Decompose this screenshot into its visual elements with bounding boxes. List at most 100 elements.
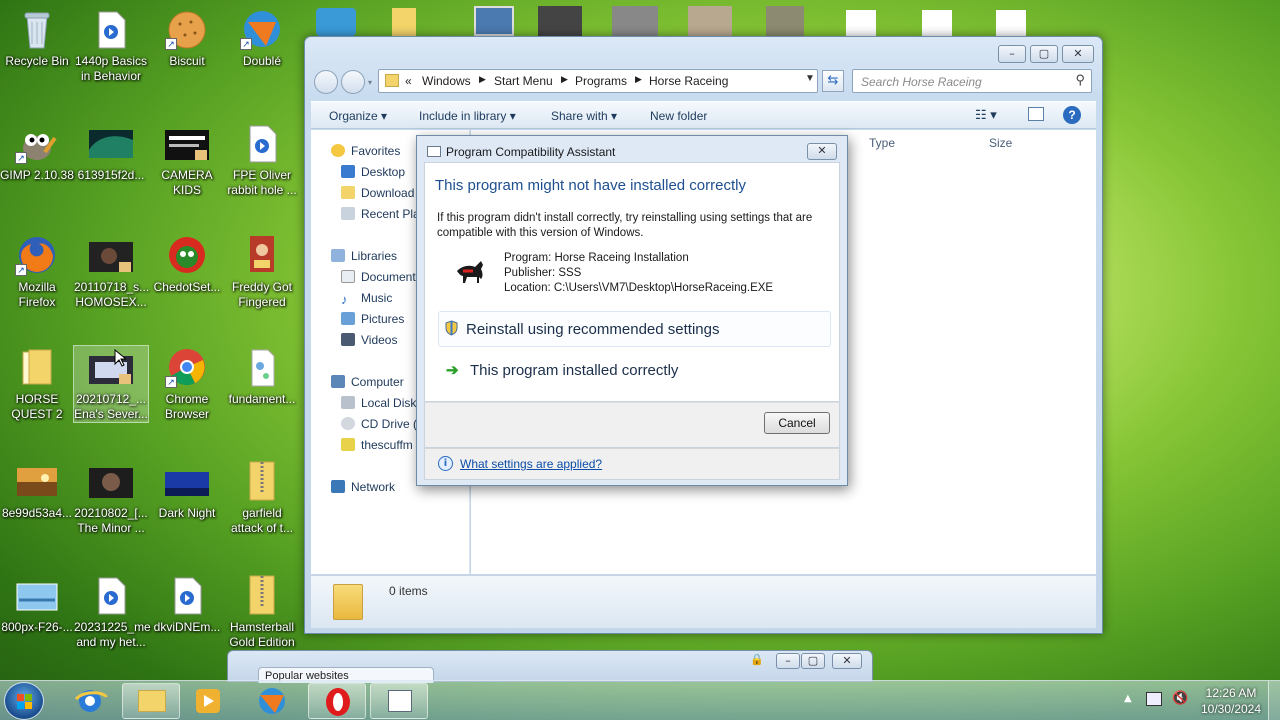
desktop-icon-sunset-image[interactable]: 8e99d53a4... [0,460,74,521]
desktop-icon-dkvi[interactable]: dkviDNEm... [150,574,224,635]
back-button[interactable] [314,70,338,94]
breadcrumb-separator-icon[interactable]: ▶ [635,74,642,85]
nav-recent-places[interactable]: Recent Pla [341,207,420,221]
desktop-icon-video-ena[interactable]: 20210712_... Ena's Sever... [73,345,149,423]
column-header-type[interactable]: Type [869,136,895,150]
partial-desktop-icon[interactable] [922,10,952,36]
breadcrumb-separator-icon[interactable]: ▶ [561,74,568,85]
view-options-icon[interactable]: ☷ ▾ [975,107,997,123]
desktop-icon-met[interactable]: 20231225_me and my het... [74,574,151,650]
partial-desktop-icon[interactable] [996,10,1026,36]
background-browser-window[interactable]: Popular websites 🔒 – ▢ ✕ [227,650,873,683]
desktop-icon-video-minor[interactable]: 20210802_[... The Minor ... [74,460,148,536]
program-location: Location: C:\Users\VM7\Desktop\HorseRace… [504,282,774,294]
nav-music[interactable]: ♪ Music [341,291,392,307]
address-bar[interactable]: « Windows ▶ Start Menu ▶ Programs ▶ Hors… [378,69,818,93]
desktop-icon-f26-image[interactable]: 800px-F26-... [0,574,74,635]
desktop-icon-video-homosex[interactable]: 20110718_s... HOMOSEX... [74,234,149,310]
close-button[interactable]: ✕ [807,143,837,160]
internet-explorer-icon[interactable] [68,685,112,717]
partial-desktop-icon[interactable] [392,8,416,36]
partial-desktop-icon[interactable] [846,10,876,36]
system-clock[interactable]: 12:26 AM 10/30/2024 [1196,685,1266,717]
minimize-button[interactable]: – [776,653,800,669]
nav-documents[interactable]: Document [341,270,416,284]
cancel-button[interactable]: Cancel [764,412,830,434]
partial-desktop-icon[interactable] [316,8,356,36]
desktop-icon-gimp[interactable]: ↗ GIMP 2.10.38 [0,122,74,183]
nav-videos[interactable]: Videos [341,333,397,347]
partial-desktop-icon[interactable] [688,6,732,36]
nav-cd-drive[interactable]: CD Drive ( [341,417,417,431]
network-icon [331,480,345,493]
desktop-icon-garfield[interactable]: garfield attack of t... [225,460,299,536]
doublé-app-icon[interactable] [252,685,292,717]
what-settings-link[interactable]: What settings are applied? [460,457,602,471]
breadcrumb-overflow[interactable]: « [405,74,412,88]
desktop-icon-fpe-oliver[interactable]: FPE Oliver rabbit hole ... [225,122,299,198]
close-button[interactable]: ✕ [832,653,862,669]
preview-pane-icon[interactable] [1028,107,1044,121]
desktop-icon-dark-night[interactable]: Dark Night [150,460,224,521]
desktop-icon-basics[interactable]: 1440p Basics in Behavior [74,8,148,84]
desktop-icon-camera-kids[interactable]: CAMERA KIDS [150,122,224,198]
include-in-library-button[interactable]: Include in library ▾ [419,109,516,123]
desktop-icon-hamsterball[interactable]: Hamsterball Gold Edition [225,574,299,650]
desktop-icon-horse-quest[interactable]: HORSE QUEST 2 [0,346,74,422]
breadcrumb-current[interactable]: Horse Raceing [649,74,728,88]
nav-pictures[interactable]: Pictures [341,312,404,326]
desktop-icon-chrome[interactable]: ↗ Chrome Browser [150,346,224,422]
breadcrumb-item[interactable]: Windows [422,74,471,88]
partial-desktop-icon[interactable] [474,6,514,36]
reinstall-recommended-button[interactable]: Reinstall using recommended settings [438,311,831,347]
breadcrumb-item[interactable]: Start Menu [494,74,553,88]
taskbar-notepad-button[interactable] [370,683,428,719]
desktop-icon-fundament[interactable]: fundament... [225,346,299,407]
partial-desktop-icon[interactable] [766,6,804,36]
help-icon[interactable]: ? [1063,106,1081,124]
volume-muted-icon[interactable]: 🔇 [1172,691,1188,706]
nav-thescuff[interactable]: thescuffm [341,438,413,452]
column-header-size[interactable]: Size [989,136,1012,150]
nav-libraries[interactable]: Libraries [331,249,397,263]
nav-desktop[interactable]: Desktop [341,165,405,179]
search-icon[interactable]: ⚲ [1075,72,1085,88]
breadcrumb-separator-icon[interactable]: ▶ [479,74,486,85]
desktop-icon-recycle-bin[interactable]: Recycle Bin [0,8,74,69]
nav-local-disk[interactable]: Local Disk [341,396,416,410]
search-input[interactable]: Search Horse Raceing ⚲ [852,69,1092,93]
nav-favorites[interactable]: Favorites [331,144,400,158]
minimize-button[interactable]: – [998,45,1026,63]
nav-downloads[interactable]: Download [341,186,414,200]
taskbar-opera-button[interactable] [308,683,366,719]
breadcrumb-item[interactable]: Programs [575,74,627,88]
taskbar-explorer-button[interactable] [122,683,180,719]
recent-pages-dropdown[interactable]: ▾ [368,78,372,87]
desktop-icon-doublé[interactable]: ↗ Doublé [225,8,299,69]
desktop-icon-biscuit[interactable]: ↗ Biscuit [150,8,224,69]
desktop-icon-aurora-image[interactable]: 613915f2d... [74,122,148,183]
new-folder-button[interactable]: New folder [650,109,707,123]
nav-computer[interactable]: Computer [331,375,404,389]
desktop-icon-chedot[interactable]: ChedotSet... [150,234,224,295]
nav-network[interactable]: Network [331,480,395,494]
installed-correctly-button[interactable]: ➔ This program installed correctly [438,352,831,388]
media-player-icon[interactable] [190,687,226,715]
chevron-down-icon[interactable]: ▼ [805,73,815,84]
forward-button[interactable] [341,70,365,94]
desktop-icon-freddy[interactable]: Freddy Got Fingered [225,234,299,310]
desktop-icon-firefox[interactable]: ↗ Mozilla Firefox [0,234,74,310]
partial-desktop-icon[interactable] [612,6,658,36]
start-button[interactable] [4,682,44,720]
close-button[interactable]: ✕ [1062,45,1094,63]
refresh-icon[interactable]: ⇆ [822,70,844,92]
action-center-icon[interactable] [1146,692,1162,706]
lock-icon[interactable]: 🔒 [746,653,768,669]
show-desktop-button[interactable] [1268,681,1280,720]
show-hidden-icons-icon[interactable]: ▲ [1124,693,1132,704]
share-with-button[interactable]: Share with ▾ [551,109,617,123]
maximize-button[interactable]: ▢ [801,653,825,669]
organize-button[interactable]: Organize ▾ [329,109,387,123]
partial-desktop-icon[interactable] [538,6,582,36]
maximize-button[interactable]: ▢ [1030,45,1058,63]
